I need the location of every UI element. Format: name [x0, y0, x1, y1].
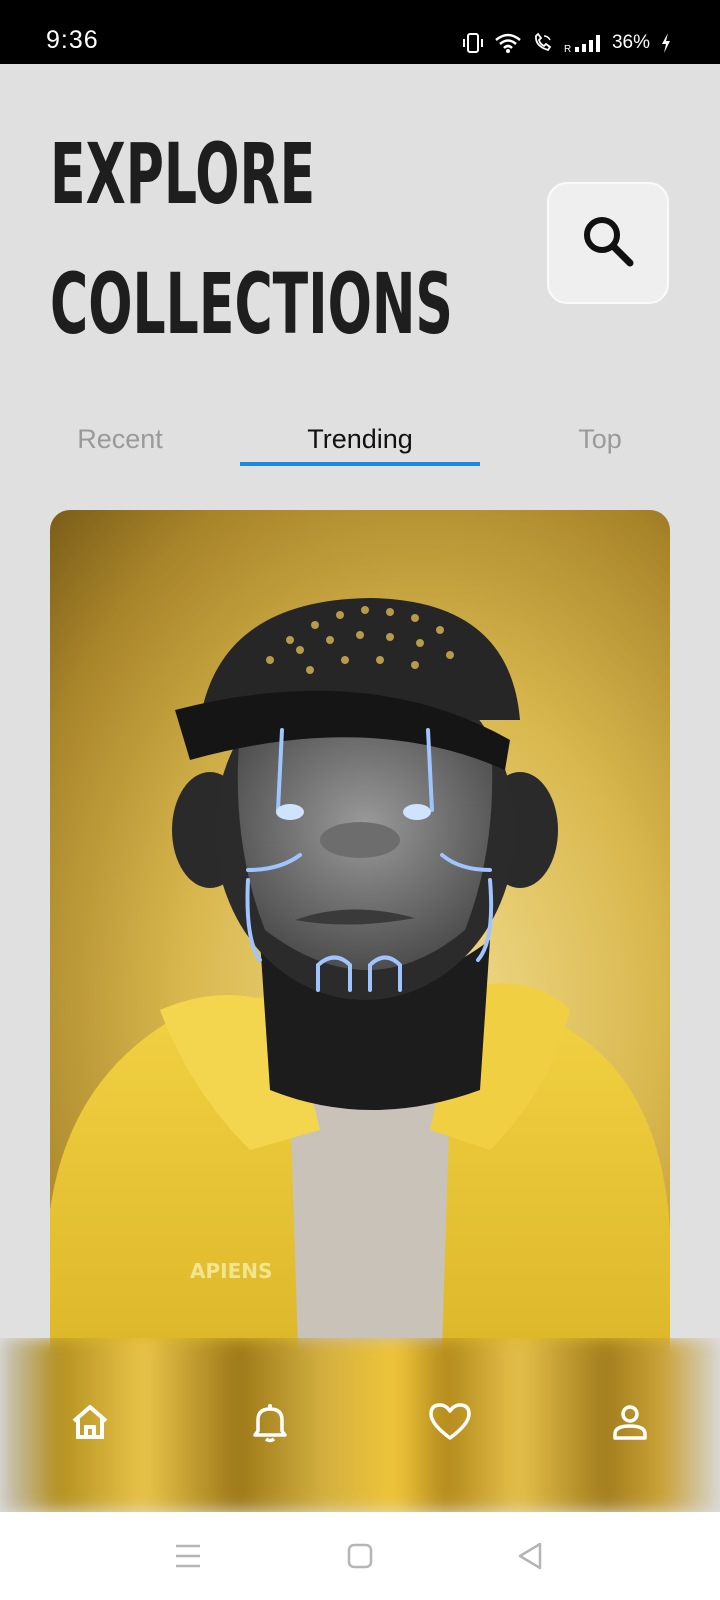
wifi-call-icon: [532, 32, 554, 54]
vibrate-icon: [462, 32, 484, 54]
page-title-line2: COLLECTIONS: [50, 255, 453, 353]
tab-top[interactable]: Top: [540, 424, 660, 455]
collection-tabs: Recent Trending Top: [0, 420, 720, 470]
wifi-icon: [494, 32, 522, 54]
recent-apps-button[interactable]: [170, 1540, 206, 1576]
active-tab-indicator: [240, 462, 480, 466]
system-home-button[interactable]: [342, 1540, 378, 1576]
nav-notifications-button[interactable]: [240, 1394, 300, 1454]
battery-level: 36%: [611, 32, 650, 53]
nav-home-button[interactable]: [60, 1394, 120, 1454]
search-button[interactable]: [547, 182, 669, 304]
bell-icon: [250, 1401, 290, 1448]
heart-icon: [428, 1402, 472, 1447]
home-icon: [69, 1401, 111, 1448]
status-time: 9:36: [46, 26, 99, 54]
page-title-line1: EXPLORE: [50, 125, 316, 223]
menu-icon: [174, 1543, 202, 1574]
system-back-button[interactable]: [512, 1540, 548, 1576]
back-triangle-icon: [517, 1542, 543, 1575]
nav-profile-button[interactable]: [600, 1394, 660, 1454]
bottom-navigation: [0, 1338, 720, 1512]
square-icon: [347, 1543, 373, 1574]
collection-card[interactable]: APIENS: [50, 510, 670, 1410]
tab-trending[interactable]: Trending: [240, 424, 480, 455]
status-bar: 9:36 R 36%: [0, 0, 720, 64]
system-navigation-bar: [0, 1512, 720, 1600]
tab-recent[interactable]: Recent: [60, 424, 180, 455]
jacket-print: APIENS: [190, 1259, 272, 1283]
collection-artwork: APIENS: [50, 598, 670, 1410]
signal-icon: R: [564, 32, 602, 54]
svg-text:R: R: [564, 44, 571, 54]
nav-favorites-button[interactable]: [420, 1394, 480, 1454]
charging-icon: [660, 32, 672, 54]
profile-icon: [610, 1402, 650, 1447]
status-icons: R 36%: [462, 28, 672, 58]
search-icon: [580, 213, 636, 274]
